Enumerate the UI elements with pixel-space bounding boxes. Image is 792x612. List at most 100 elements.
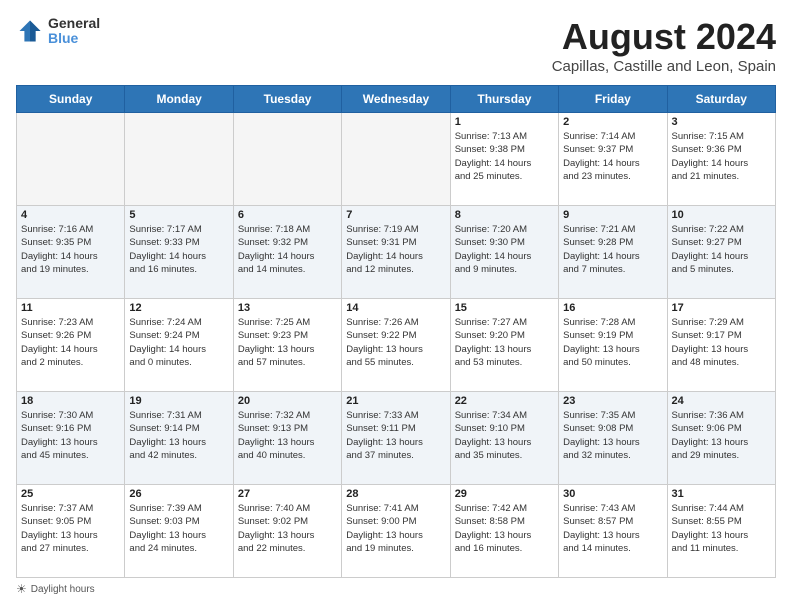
- calendar-week-row: 18 Sunrise: 7:30 AM Sunset: 9:16 PM Dayli…: [17, 392, 776, 485]
- title-block: August 2024 Capillas, Castille and Leon,…: [552, 16, 776, 75]
- day-info: Sunrise: 7:18 AM Sunset: 9:32 PM Dayligh…: [238, 223, 337, 276]
- calendar-week-row: 1Sunrise: 7:13 AM Sunset: 9:38 PM Daylig…: [17, 113, 776, 206]
- day-info: Sunrise: 7:33 AM Sunset: 9:11 PM Dayligh…: [346, 409, 445, 462]
- day-info: Sunrise: 7:32 AM Sunset: 9:13 PM Dayligh…: [238, 409, 337, 462]
- weekday-header: Sunday: [17, 86, 125, 113]
- day-info: Sunrise: 7:25 AM Sunset: 9:23 PM Dayligh…: [238, 316, 337, 369]
- weekday-header: Wednesday: [342, 86, 450, 113]
- day-number: 11: [21, 302, 120, 314]
- daylight-label: Daylight hours: [31, 584, 95, 595]
- calendar-cell: 30Sunrise: 7:43 AM Sunset: 8:57 PM Dayli…: [559, 485, 667, 578]
- calendar-cell: 6Sunrise: 7:18 AM Sunset: 9:32 PM Daylig…: [233, 206, 341, 299]
- calendar-cell: [233, 113, 341, 206]
- calendar-week-row: 4Sunrise: 7:16 AM Sunset: 9:35 PM Daylig…: [17, 206, 776, 299]
- day-info: Sunrise: 7:16 AM Sunset: 9:35 PM Dayligh…: [21, 223, 120, 276]
- day-info: Sunrise: 7:14 AM Sunset: 9:37 PM Dayligh…: [563, 130, 662, 183]
- calendar-cell: 28Sunrise: 7:41 AM Sunset: 9:00 PM Dayli…: [342, 485, 450, 578]
- calendar-cell: 29Sunrise: 7:42 AM Sunset: 8:58 PM Dayli…: [450, 485, 558, 578]
- day-info: Sunrise: 7:43 AM Sunset: 8:57 PM Dayligh…: [563, 502, 662, 555]
- day-number: 5: [129, 209, 228, 221]
- logo-icon: [16, 17, 44, 45]
- day-number: 20: [238, 395, 337, 407]
- calendar-cell: 2 Sunrise: 7:14 AM Sunset: 9:37 PM Daylig…: [559, 113, 667, 206]
- weekday-header: Saturday: [667, 86, 775, 113]
- sun-icon: ☀: [16, 582, 27, 596]
- day-number: 7: [346, 209, 445, 221]
- calendar-week-row: 25 Sunrise: 7:37 AM Sunset: 9:05 PM Dayli…: [17, 485, 776, 578]
- calendar-cell: 4Sunrise: 7:16 AM Sunset: 9:35 PM Daylig…: [17, 206, 125, 299]
- day-info: Sunrise: 7:39 AM Sunset: 9:03 PM Dayligh…: [129, 502, 228, 555]
- calendar-week-row: 11 Sunrise: 7:23 AM Sunset: 9:26 PM Dayli…: [17, 299, 776, 392]
- calendar-cell: [125, 113, 233, 206]
- calendar-cell: 16 Sunrise: 7:28 AM Sunset: 9:19 PM Dayli…: [559, 299, 667, 392]
- calendar-cell: 11 Sunrise: 7:23 AM Sunset: 9:26 PM Dayli…: [17, 299, 125, 392]
- calendar-cell: 9Sunrise: 7:21 AM Sunset: 9:28 PM Daylig…: [559, 206, 667, 299]
- logo-text: General Blue: [48, 16, 100, 47]
- day-info: Sunrise: 7:13 AM Sunset: 9:38 PM Dayligh…: [455, 130, 554, 183]
- weekday-header: Tuesday: [233, 86, 341, 113]
- day-number: 12: [129, 302, 228, 314]
- day-info: Sunrise: 7:30 AM Sunset: 9:16 PM Dayligh…: [21, 409, 120, 462]
- day-number: 16: [563, 302, 662, 314]
- calendar-cell: 17Sunrise: 7:29 AM Sunset: 9:17 PM Dayli…: [667, 299, 775, 392]
- footer-note: ☀ Daylight hours: [16, 582, 776, 596]
- day-info: Sunrise: 7:37 AM Sunset: 9:05 PM Dayligh…: [21, 502, 120, 555]
- day-number: 2: [563, 116, 662, 128]
- day-info: Sunrise: 7:28 AM Sunset: 9:19 PM Dayligh…: [563, 316, 662, 369]
- day-info: Sunrise: 7:34 AM Sunset: 9:10 PM Dayligh…: [455, 409, 554, 462]
- day-number: 21: [346, 395, 445, 407]
- day-info: Sunrise: 7:24 AM Sunset: 9:24 PM Dayligh…: [129, 316, 228, 369]
- calendar-cell: 12 Sunrise: 7:24 AM Sunset: 9:24 PM Dayli…: [125, 299, 233, 392]
- calendar-cell: 13Sunrise: 7:25 AM Sunset: 9:23 PM Dayli…: [233, 299, 341, 392]
- day-number: 10: [672, 209, 771, 221]
- calendar-cell: 19Sunrise: 7:31 AM Sunset: 9:14 PM Dayli…: [125, 392, 233, 485]
- day-info: Sunrise: 7:40 AM Sunset: 9:02 PM Dayligh…: [238, 502, 337, 555]
- page: General Blue August 2024 Capillas, Casti…: [0, 0, 792, 612]
- day-info: Sunrise: 7:23 AM Sunset: 9:26 PM Dayligh…: [21, 316, 120, 369]
- calendar-cell: 5 Sunrise: 7:17 AM Sunset: 9:33 PM Daylig…: [125, 206, 233, 299]
- day-info: Sunrise: 7:29 AM Sunset: 9:17 PM Dayligh…: [672, 316, 771, 369]
- day-info: Sunrise: 7:41 AM Sunset: 9:00 PM Dayligh…: [346, 502, 445, 555]
- calendar-cell: 25 Sunrise: 7:37 AM Sunset: 9:05 PM Dayli…: [17, 485, 125, 578]
- day-info: Sunrise: 7:36 AM Sunset: 9:06 PM Dayligh…: [672, 409, 771, 462]
- calendar-cell: 15Sunrise: 7:27 AM Sunset: 9:20 PM Dayli…: [450, 299, 558, 392]
- day-number: 26: [129, 488, 228, 500]
- calendar-cell: 14 Sunrise: 7:26 AM Sunset: 9:22 PM Dayli…: [342, 299, 450, 392]
- day-info: Sunrise: 7:31 AM Sunset: 9:14 PM Dayligh…: [129, 409, 228, 462]
- weekday-header: Friday: [559, 86, 667, 113]
- day-number: 18: [21, 395, 120, 407]
- calendar-cell: 26 Sunrise: 7:39 AM Sunset: 9:03 PM Dayli…: [125, 485, 233, 578]
- logo-line2: Blue: [48, 31, 100, 46]
- day-info: Sunrise: 7:26 AM Sunset: 9:22 PM Dayligh…: [346, 316, 445, 369]
- day-info: Sunrise: 7:27 AM Sunset: 9:20 PM Dayligh…: [455, 316, 554, 369]
- day-number: 14: [346, 302, 445, 314]
- day-number: 22: [455, 395, 554, 407]
- calendar-cell: 8Sunrise: 7:20 AM Sunset: 9:30 PM Daylig…: [450, 206, 558, 299]
- calendar-title: August 2024: [552, 16, 776, 58]
- calendar-cell: 10 Sunrise: 7:22 AM Sunset: 9:27 PM Dayli…: [667, 206, 775, 299]
- day-info: Sunrise: 7:17 AM Sunset: 9:33 PM Dayligh…: [129, 223, 228, 276]
- calendar-cell: 27 Sunrise: 7:40 AM Sunset: 9:02 PM Dayli…: [233, 485, 341, 578]
- weekday-header: Thursday: [450, 86, 558, 113]
- day-number: 31: [672, 488, 771, 500]
- day-info: Sunrise: 7:20 AM Sunset: 9:30 PM Dayligh…: [455, 223, 554, 276]
- calendar-cell: 24Sunrise: 7:36 AM Sunset: 9:06 PM Dayli…: [667, 392, 775, 485]
- header: General Blue August 2024 Capillas, Casti…: [16, 16, 776, 75]
- day-number: 29: [455, 488, 554, 500]
- calendar-cell: 7 Sunrise: 7:19 AM Sunset: 9:31 PM Daylig…: [342, 206, 450, 299]
- day-info: Sunrise: 7:19 AM Sunset: 9:31 PM Dayligh…: [346, 223, 445, 276]
- day-number: 25: [21, 488, 120, 500]
- day-info: Sunrise: 7:15 AM Sunset: 9:36 PM Dayligh…: [672, 130, 771, 183]
- calendar-cell: 23Sunrise: 7:35 AM Sunset: 9:08 PM Dayli…: [559, 392, 667, 485]
- day-info: Sunrise: 7:21 AM Sunset: 9:28 PM Dayligh…: [563, 223, 662, 276]
- calendar-subtitle: Capillas, Castille and Leon, Spain: [552, 58, 776, 75]
- calendar-cell: 20 Sunrise: 7:32 AM Sunset: 9:13 PM Dayli…: [233, 392, 341, 485]
- calendar-cell: [342, 113, 450, 206]
- day-number: 3: [672, 116, 771, 128]
- logo: General Blue: [16, 16, 100, 47]
- calendar-cell: 21 Sunrise: 7:33 AM Sunset: 9:11 PM Dayli…: [342, 392, 450, 485]
- weekday-header-row: SundayMondayTuesdayWednesdayThursdayFrid…: [17, 86, 776, 113]
- calendar-table: SundayMondayTuesdayWednesdayThursdayFrid…: [16, 85, 776, 578]
- day-number: 27: [238, 488, 337, 500]
- day-info: Sunrise: 7:22 AM Sunset: 9:27 PM Dayligh…: [672, 223, 771, 276]
